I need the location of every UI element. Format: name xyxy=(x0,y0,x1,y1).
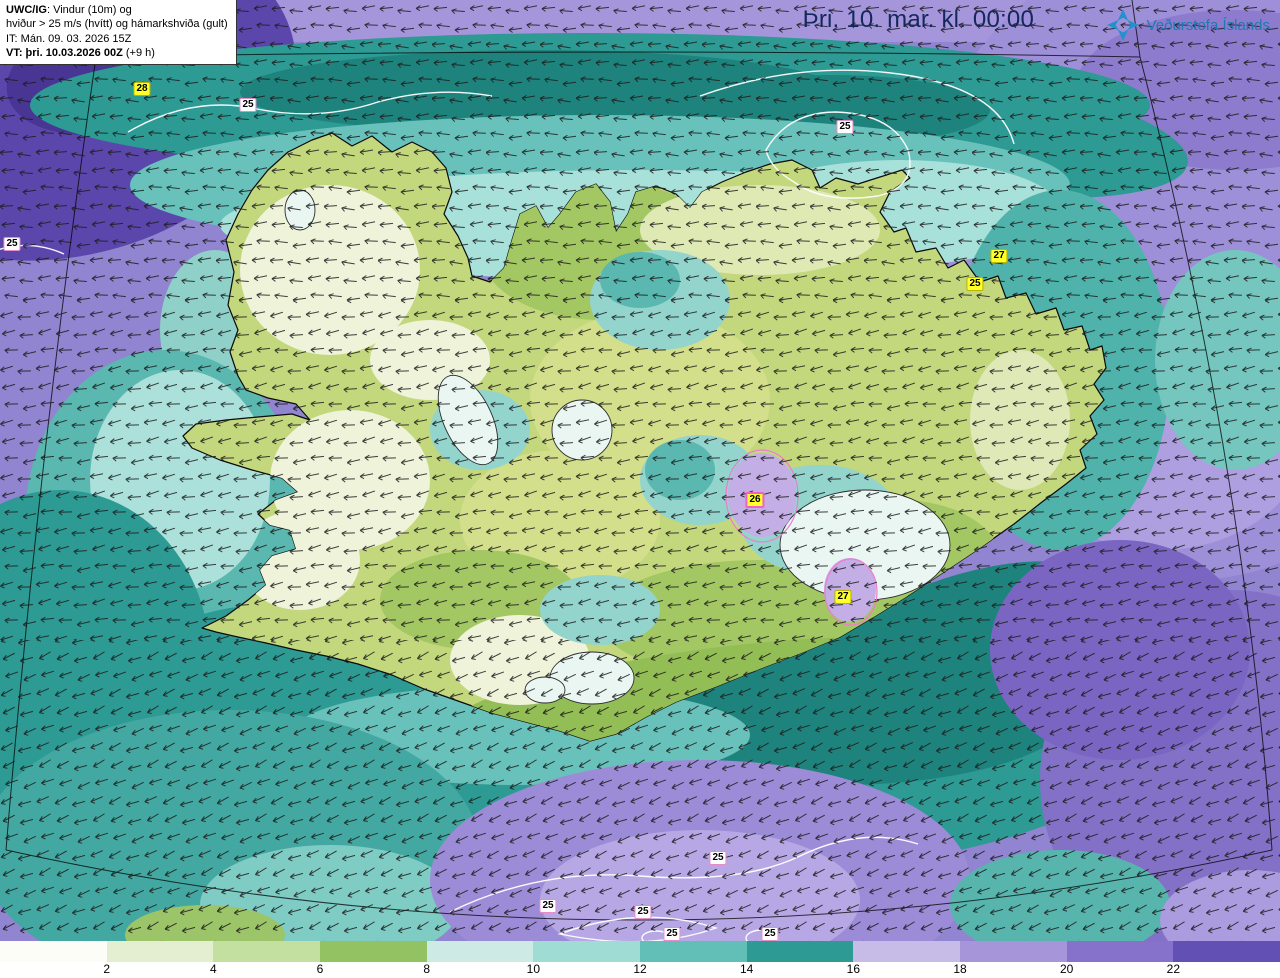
colorbar-tick: 2 xyxy=(103,962,110,976)
brand-name: Veðurstofa Íslands xyxy=(1146,16,1270,34)
wind-map xyxy=(0,0,1280,941)
colorbar-tick: 22 xyxy=(1166,962,1181,976)
colorbar-segment xyxy=(533,941,641,962)
brand: Veðurstofa Íslands xyxy=(1106,8,1270,42)
colorbar-segment xyxy=(960,941,1067,962)
valid-time-label: Þri. 10. mar. kl. 00:00 xyxy=(802,6,1034,33)
colorbar-segment xyxy=(213,941,321,962)
colorbar-segment xyxy=(320,941,427,962)
wind-map-svg xyxy=(0,0,1280,941)
wind-arrows-layer xyxy=(0,0,1280,941)
colorbar-segment xyxy=(426,941,534,962)
colorbar-segment xyxy=(853,941,961,962)
colorbar-segment xyxy=(1066,941,1174,962)
colorbar-tick: 20 xyxy=(1059,962,1074,976)
info-line-3: IT: Mán. 09. 03. 2026 15Z xyxy=(6,32,132,45)
colorbar-segment xyxy=(106,941,214,962)
colorbar-ticks: 2 4 6 8 10 12 14 16 18 20 22 xyxy=(0,962,1280,978)
colorbar-segment xyxy=(746,941,854,962)
colorbar-tick: 6 xyxy=(316,962,324,976)
info-line-4: VT: þri. 10.03.2026 00Z (+9 h) xyxy=(6,46,155,59)
colorbar-tick: 18 xyxy=(953,962,967,976)
colorbar-segments xyxy=(0,941,1280,962)
colorbar-tick: 4 xyxy=(209,962,217,976)
colorbar-segment xyxy=(640,941,747,962)
colorbar-tick: 16 xyxy=(846,962,861,976)
colorbar-tick: 12 xyxy=(633,962,647,976)
info-line-2: hviður > 25 m/s (hvítt) og hámarkshviða … xyxy=(6,18,228,31)
colorbar-segment xyxy=(0,941,107,962)
colorbar-tick: 10 xyxy=(526,962,541,976)
colorbar-segment xyxy=(1173,941,1280,962)
info-line-1: UWC/IG: Vindur (10m) og xyxy=(6,4,132,16)
colorbar-tick: 14 xyxy=(739,962,754,976)
model-info-box: UWC/IG: Vindur (10m) og hviður > 25 m/s … xyxy=(0,0,237,66)
colorbar: 2 4 6 8 10 12 14 16 18 20 22 xyxy=(0,941,1280,978)
vedurstofa-logo-icon xyxy=(1106,9,1139,41)
colorbar-tick: 8 xyxy=(423,962,430,976)
